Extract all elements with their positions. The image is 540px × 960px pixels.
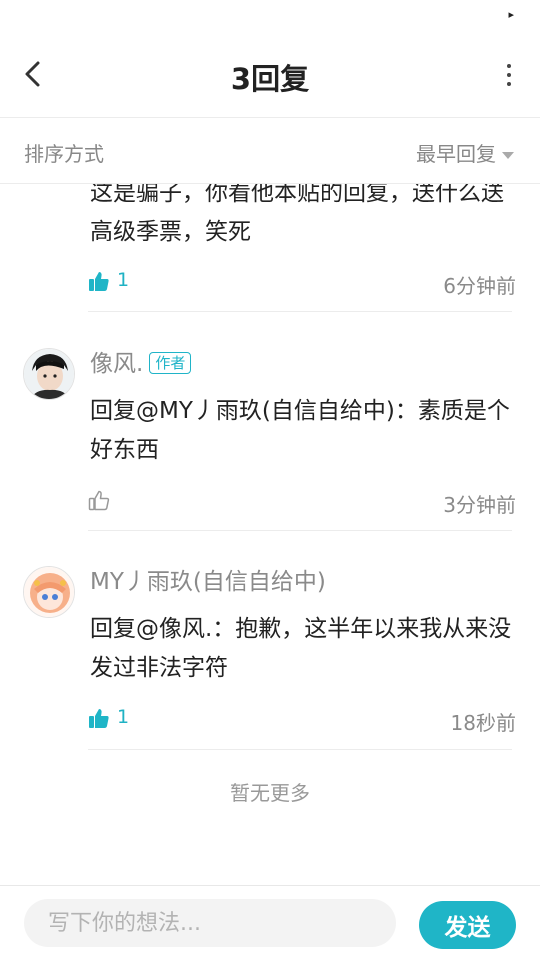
user-avatar-image <box>24 567 74 617</box>
like-count: 1 <box>117 706 130 728</box>
more-options-button[interactable] <box>504 64 514 88</box>
thumbs-up-filled-icon <box>89 272 109 291</box>
avatar[interactable] <box>23 348 75 400</box>
thumbs-up-outline-icon <box>88 490 110 511</box>
comment-text: 回复@像风.：抱歉，这半年以来我从来没发过非法字符 <box>90 616 512 681</box>
divider <box>88 530 512 531</box>
comment-input[interactable] <box>24 899 396 947</box>
comment-time: 6分钟前 <box>443 274 516 298</box>
sort-dropdown[interactable]: 最早回复 <box>416 138 514 167</box>
reply-list[interactable]: 这是骗子，你看他本贴的回复，送什么送高级季票，笑死 1 6分钟前 像风. 作者 … <box>0 184 540 884</box>
sort-bar: 排序方式 最早回复 <box>0 118 540 184</box>
status-bar: ▸ <box>0 0 540 30</box>
comment-text: 这是骗子，你看他本贴的回复，送什么送高级季票，笑死 <box>90 184 504 245</box>
divider <box>88 749 512 750</box>
comment-actions: 3分钟前 <box>88 487 516 517</box>
header-bar: 3回复 <box>0 30 540 118</box>
comment-time: 3分钟前 <box>443 493 516 517</box>
comment-actions: 1 6分钟前 <box>88 268 516 298</box>
send-button[interactable]: 发送 <box>419 901 516 949</box>
comment-time: 18秒前 <box>450 711 516 735</box>
like-count: 1 <box>117 269 130 291</box>
comment-text: 回复@MY丿雨玖(自信自给中)：素质是个好东西 <box>90 398 510 463</box>
caret-down-icon <box>502 152 514 159</box>
comment-username[interactable]: 像风. 作者 <box>90 344 192 378</box>
thumbs-up-filled-icon <box>89 709 109 728</box>
comment-actions: 1 18秒前 <box>88 705 516 735</box>
author-badge: 作者 <box>149 352 192 374</box>
divider <box>88 311 512 312</box>
more-vertical-icon <box>504 64 514 86</box>
username-text: 像风. <box>90 351 144 377</box>
status-indicator-icon: ▸ <box>508 8 514 21</box>
compose-bar: 发送 <box>0 885 540 960</box>
sort-label: 排序方式 <box>24 142 104 166</box>
avatar[interactable] <box>23 566 75 618</box>
page-title: 3回复 <box>230 62 310 96</box>
sort-value: 最早回复 <box>416 142 496 166</box>
no-more-label: 暂无更多 <box>230 781 310 805</box>
user-avatar-image <box>24 349 74 399</box>
comment-username[interactable]: MY丿雨玖(自信自给中) <box>90 562 326 596</box>
